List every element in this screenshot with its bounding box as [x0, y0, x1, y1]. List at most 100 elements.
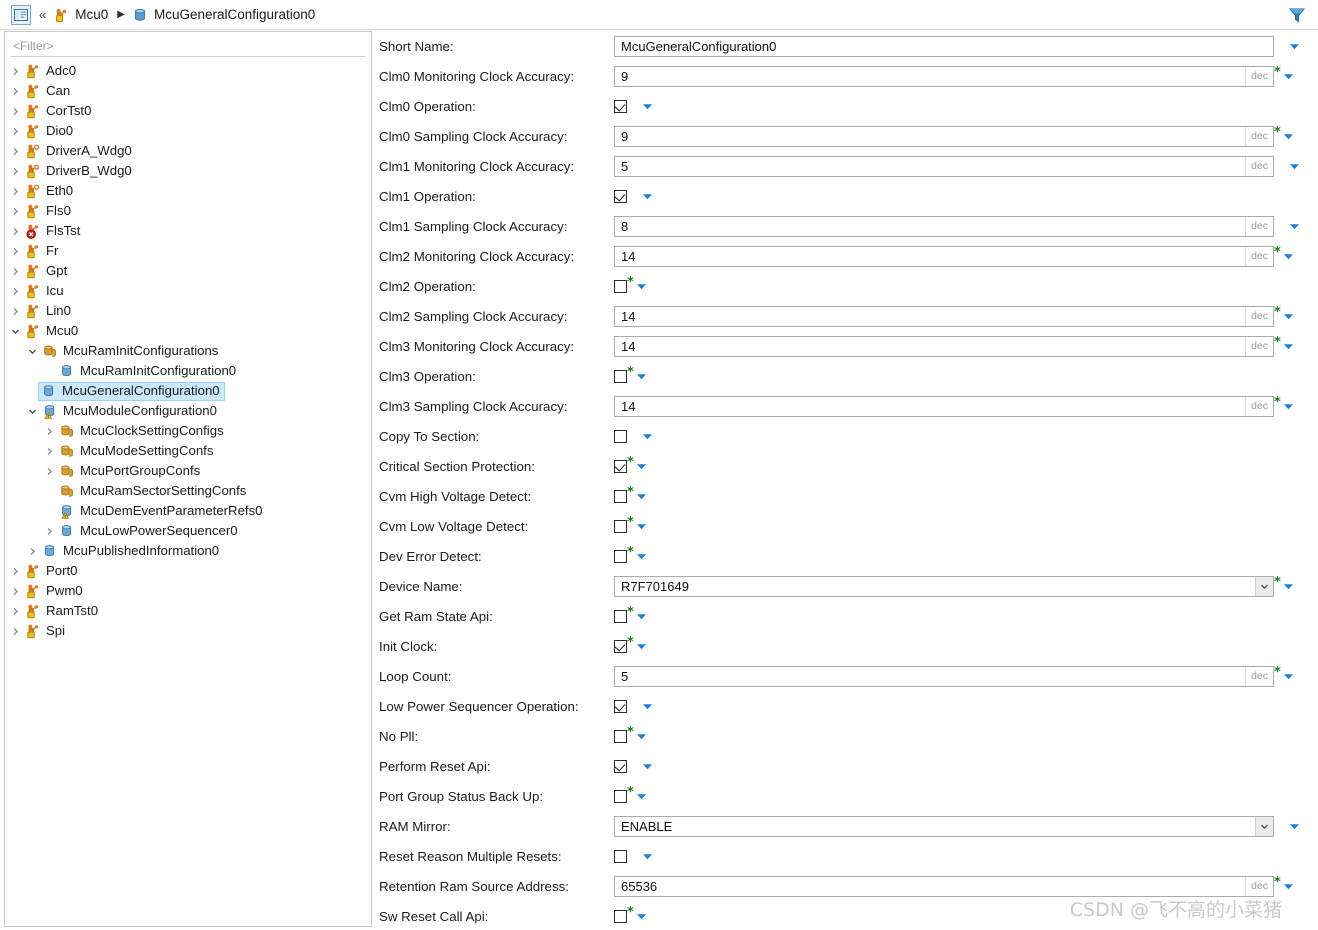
- checkbox-clm1-operation[interactable]: [614, 189, 627, 203]
- chevron-right-icon[interactable]: [7, 623, 23, 639]
- checkbox-cvm-low-voltage-detect[interactable]: [614, 519, 627, 533]
- breadcrumb-item-mcugeneralconfiguration0[interactable]: McuGeneralConfiguration0: [132, 7, 315, 23]
- field-menu-dropdown-icon[interactable]: [636, 731, 647, 742]
- radix-label[interactable]: dec: [1245, 246, 1273, 266]
- field-menu-dropdown-icon[interactable]: [1283, 71, 1294, 82]
- field-menu-dropdown-icon[interactable]: [642, 431, 653, 442]
- chevron-right-icon[interactable]: [41, 443, 57, 459]
- tree-item-mcupublishedinformation0[interactable]: McuPublishedInformation0: [5, 541, 371, 561]
- checkbox-sw-reset-call-api[interactable]: [614, 909, 627, 923]
- chevron-right-icon[interactable]: [7, 243, 23, 259]
- checkbox-copy-to-section[interactable]: [614, 429, 627, 443]
- tree-item-ramtst0[interactable]: RamTst0: [5, 601, 371, 621]
- text-input-retention-ram-source-address[interactable]: 65536 dec: [614, 875, 1274, 897]
- collapse-chevrons-icon[interactable]: «: [39, 8, 46, 21]
- radix-label[interactable]: dec: [1245, 156, 1273, 176]
- field-menu-dropdown-icon[interactable]: [1283, 311, 1294, 322]
- chevron-down-icon[interactable]: [24, 343, 40, 359]
- field-menu-dropdown-icon[interactable]: [1283, 671, 1294, 682]
- chevron-right-icon[interactable]: [7, 143, 23, 159]
- field-menu-dropdown-icon[interactable]: [1289, 161, 1300, 172]
- checkbox-low-power-sequencer-operation[interactable]: [614, 699, 627, 713]
- tree-filter-input[interactable]: <Filter>: [10, 36, 366, 57]
- tree-item-gpt[interactable]: Gpt: [5, 261, 371, 281]
- checkbox-cvm-high-voltage-detect[interactable]: [614, 489, 627, 503]
- radix-label[interactable]: dec: [1245, 66, 1273, 86]
- navigation-tree-panel[interactable]: <Filter> Adc0 Can CorTst0 Dio0 DriverA_Wdg0 D…: [4, 31, 372, 927]
- tree-item-driverb-wdg0[interactable]: DriverB_Wdg0: [5, 161, 371, 181]
- chevron-down-icon[interactable]: [24, 403, 40, 419]
- chevron-right-icon[interactable]: [7, 103, 23, 119]
- radix-label[interactable]: dec: [1245, 396, 1273, 416]
- tree-item-mcu0[interactable]: Mcu0: [5, 321, 371, 341]
- radix-label[interactable]: dec: [1245, 126, 1273, 146]
- tree-item-dio0[interactable]: Dio0: [5, 121, 371, 141]
- field-menu-dropdown-icon[interactable]: [1289, 41, 1300, 52]
- field-menu-dropdown-icon[interactable]: [636, 521, 647, 532]
- radix-label[interactable]: dec: [1245, 666, 1273, 686]
- field-menu-dropdown-icon[interactable]: [1283, 881, 1294, 892]
- tree-item-cortst0[interactable]: CorTst0: [5, 101, 371, 121]
- chevron-right-icon[interactable]: [41, 523, 57, 539]
- tree-item-mcumoduleconfiguration0[interactable]: McuModuleConfiguration0: [5, 401, 371, 421]
- chevron-down-icon[interactable]: [1255, 816, 1273, 836]
- tree-item-mcugeneralconfiguration0[interactable]: McuGeneralConfiguration0: [5, 381, 371, 401]
- tree-item-drivera-wdg0[interactable]: DriverA_Wdg0: [5, 141, 371, 161]
- checkbox-perform-reset-api[interactable]: [614, 759, 627, 773]
- field-menu-dropdown-icon[interactable]: [636, 551, 647, 562]
- radix-label[interactable]: dec: [1245, 216, 1273, 236]
- field-menu-dropdown-icon[interactable]: [1283, 341, 1294, 352]
- field-menu-dropdown-icon[interactable]: [642, 191, 653, 202]
- tree-item-mculowpowersequencer0[interactable]: McuLowPowerSequencer0: [5, 521, 371, 541]
- field-menu-dropdown-icon[interactable]: [636, 461, 647, 472]
- breadcrumb-item-mcu0[interactable]: Mcu0: [53, 7, 108, 23]
- checkbox-init-clock[interactable]: [614, 639, 627, 653]
- radix-label[interactable]: dec: [1245, 876, 1273, 896]
- tree-item-mcudemeventparameterrefs0[interactable]: McuDemEventParameterRefs0: [5, 501, 371, 521]
- chevron-right-icon[interactable]: [7, 563, 23, 579]
- field-menu-dropdown-icon[interactable]: [636, 371, 647, 382]
- text-input-loop-count[interactable]: 5 dec: [614, 665, 1274, 687]
- field-menu-dropdown-icon[interactable]: [636, 911, 647, 922]
- field-menu-dropdown-icon[interactable]: [1283, 401, 1294, 412]
- editor-icon[interactable]: [11, 4, 31, 25]
- chevron-down-icon[interactable]: [1255, 576, 1273, 596]
- field-menu-dropdown-icon[interactable]: [642, 701, 653, 712]
- tree-item-fls0[interactable]: Fls0: [5, 201, 371, 221]
- tree-item-fr[interactable]: Fr: [5, 241, 371, 261]
- field-menu-dropdown-icon[interactable]: [1289, 221, 1300, 232]
- text-input-short-name[interactable]: McuGeneralConfiguration0: [614, 35, 1274, 57]
- checkbox-get-ram-state-api[interactable]: [614, 609, 627, 623]
- tree-item-can[interactable]: Can: [5, 81, 371, 101]
- tree-item-mcuraminitconfigurations[interactable]: McuRamInitConfigurations: [5, 341, 371, 361]
- field-menu-dropdown-icon[interactable]: [1283, 251, 1294, 262]
- tree-item-icu[interactable]: Icu: [5, 281, 371, 301]
- text-input-clm2-sampling-clock-accuracy[interactable]: 14 dec: [614, 305, 1274, 327]
- text-input-clm0-monitoring-clock-accuracy[interactable]: 9 dec: [614, 65, 1274, 87]
- text-input-clm1-monitoring-clock-accuracy[interactable]: 5 dec: [614, 155, 1274, 177]
- checkbox-dev-error-detect[interactable]: [614, 549, 627, 563]
- field-menu-dropdown-icon[interactable]: [636, 281, 647, 292]
- field-menu-dropdown-icon[interactable]: [1289, 821, 1300, 832]
- field-menu-dropdown-icon[interactable]: [636, 791, 647, 802]
- checkbox-port-group-status-back-up[interactable]: [614, 789, 627, 803]
- chevron-right-icon[interactable]: [7, 183, 23, 199]
- checkbox-critical-section-protection[interactable]: [614, 459, 627, 473]
- chevron-right-icon[interactable]: [7, 83, 23, 99]
- text-input-clm0-sampling-clock-accuracy[interactable]: 9 dec: [614, 125, 1274, 147]
- radix-label[interactable]: dec: [1245, 336, 1273, 356]
- combo-input-device-name[interactable]: R7F701649: [614, 575, 1274, 597]
- chevron-right-icon[interactable]: [7, 223, 23, 239]
- field-menu-dropdown-icon[interactable]: [1283, 581, 1294, 592]
- text-input-clm1-sampling-clock-accuracy[interactable]: 8 dec: [614, 215, 1274, 237]
- tree-item-spi[interactable]: Spi: [5, 621, 371, 641]
- field-menu-dropdown-icon[interactable]: [636, 491, 647, 502]
- field-menu-dropdown-icon[interactable]: [642, 101, 653, 112]
- field-menu-dropdown-icon[interactable]: [636, 611, 647, 622]
- chevron-right-icon[interactable]: [41, 423, 57, 439]
- chevron-right-icon[interactable]: [7, 203, 23, 219]
- field-menu-dropdown-icon[interactable]: [642, 851, 653, 862]
- field-menu-dropdown-icon[interactable]: [1283, 131, 1294, 142]
- tree-item-lin0[interactable]: Lin0: [5, 301, 371, 321]
- field-menu-dropdown-icon[interactable]: [642, 761, 653, 772]
